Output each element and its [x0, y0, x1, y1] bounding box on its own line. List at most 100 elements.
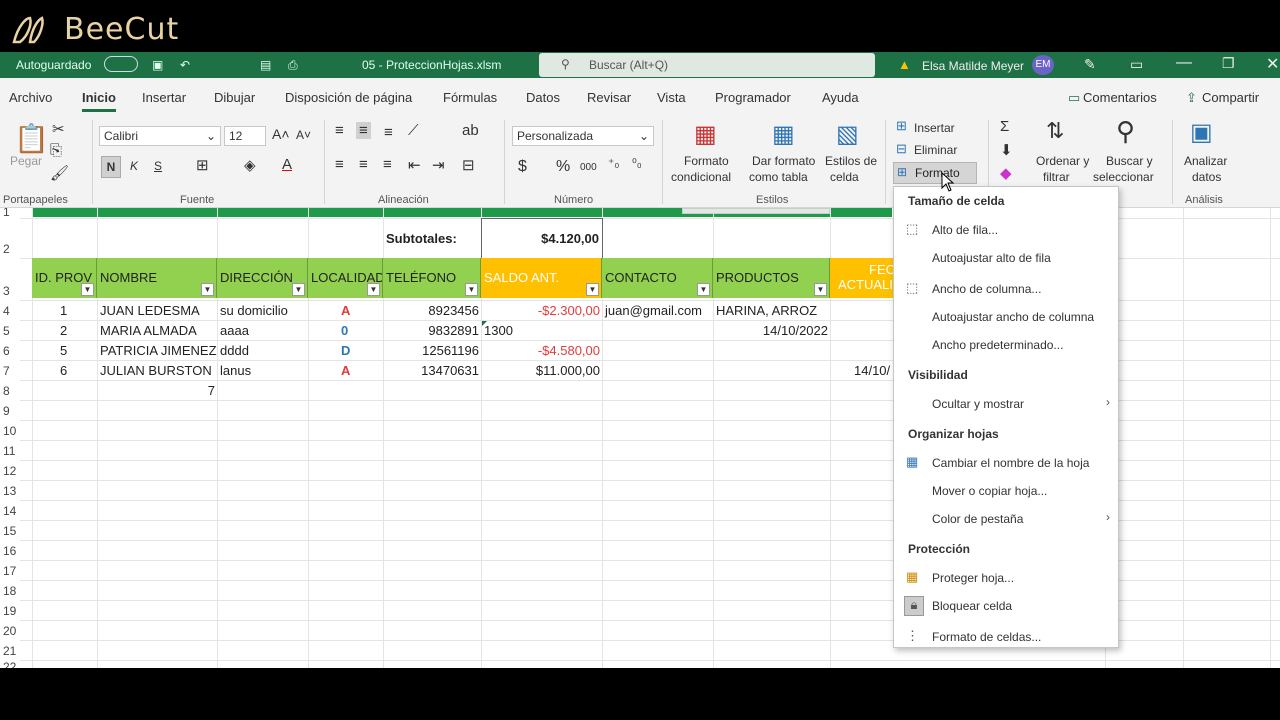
tab-vista[interactable]: Vista — [657, 90, 686, 105]
clear-icon[interactable]: ◆ — [1000, 164, 1012, 182]
conditional-format-icon[interactable]: ▦ — [694, 120, 717, 149]
bold-button[interactable]: N — [101, 156, 121, 178]
autosave-toggle[interactable] — [104, 56, 138, 72]
cell-productos[interactable]: HARINA, ARROZ — [716, 303, 817, 318]
fill-icon[interactable]: ⬇ — [1000, 141, 1013, 159]
cell-value[interactable]: 7 — [97, 383, 215, 398]
cell-styles-icon[interactable]: ▧ — [836, 120, 859, 149]
share-icon[interactable]: ⇪ — [1186, 90, 1197, 106]
menu-hide-show[interactable]: Ocultar y mostrar — [932, 397, 1024, 411]
wrap-text-icon[interactable]: ab — [462, 122, 479, 139]
header-telefono[interactable]: TELÉFONO ▼ — [383, 258, 481, 298]
find-icon[interactable]: ⚲ — [1116, 116, 1135, 147]
borders-icon[interactable]: ⊞ — [196, 156, 209, 174]
row-number[interactable]: 17 — [0, 564, 20, 578]
maximize-icon[interactable]: ❐ — [1222, 55, 1235, 72]
align-right-icon[interactable]: ≡ — [383, 156, 392, 173]
filter-icon[interactable]: ▼ — [81, 283, 94, 296]
minimize-icon[interactable]: — — [1176, 54, 1192, 72]
cell-styles-label-2[interactable]: celda — [830, 170, 859, 184]
decrease-font-icon[interactable]: A˅ — [296, 128, 311, 142]
menu-autofit-column[interactable]: Autoajustar ancho de columna — [932, 310, 1094, 324]
find-select-label[interactable]: Buscar y — [1106, 154, 1153, 168]
align-center-icon[interactable]: ≡ — [359, 156, 368, 173]
subtotal-label[interactable]: Subtotales: — [386, 231, 457, 246]
header-id[interactable]: ID. PROV ▼ — [32, 258, 97, 298]
cell-direccion[interactable]: lanus — [220, 363, 251, 378]
cell-nombre[interactable]: JUAN LEDESMA — [100, 303, 200, 318]
filter-icon[interactable]: ▼ — [814, 283, 827, 296]
avatar[interactable]: EM — [1032, 55, 1054, 75]
menu-default-width[interactable]: Ancho predeterminado... — [932, 338, 1063, 352]
tab-inicio[interactable]: Inicio — [82, 90, 116, 112]
warning-icon[interactable]: ▲ — [898, 57, 911, 72]
filter-icon[interactable]: ▼ — [465, 283, 478, 296]
row-number[interactable]: 14 — [0, 504, 20, 518]
cell-id[interactable]: 2 — [60, 323, 67, 338]
header-fecha[interactable]: FECH ACTUALIZ — [830, 258, 894, 298]
format-as-table-icon[interactable]: ▦ — [772, 120, 795, 149]
tab-disposicion[interactable]: Disposición de página — [285, 90, 412, 105]
save-icon[interactable]: ▣ — [152, 58, 163, 72]
row-number[interactable]: 13 — [0, 484, 20, 498]
cell-localidad[interactable]: A — [341, 303, 350, 318]
increase-font-icon[interactable]: A˄ — [272, 126, 290, 142]
analyze-data-label-2[interactable]: datos — [1192, 170, 1221, 184]
tab-archivo[interactable]: Archivo — [9, 90, 52, 105]
cut-icon[interactable]: ✂ — [52, 120, 65, 138]
analyze-data-icon[interactable]: ▣ — [1190, 118, 1213, 147]
header-productos[interactable]: PRODUCTOS ▼ — [713, 258, 830, 298]
menu-protect-sheet[interactable]: Proteger hoja... — [932, 571, 1014, 585]
format-painter-icon[interactable]: 🖌 — [50, 164, 69, 182]
cell-direccion[interactable]: su domicilio — [220, 303, 288, 318]
insert-cells-button[interactable]: Insertar — [914, 121, 955, 135]
cell-id[interactable]: 1 — [60, 303, 67, 318]
tab-datos[interactable]: Datos — [526, 90, 560, 105]
menu-format-cells[interactable]: Formato de celdas... — [932, 630, 1041, 644]
cell-localidad[interactable]: 0 — [341, 323, 348, 338]
cell-direccion[interactable]: aaaa — [220, 323, 249, 338]
fill-color-icon[interactable]: ◈ — [244, 156, 256, 174]
increase-indent-icon[interactable]: ⇥ — [432, 156, 445, 174]
user-name[interactable]: Elsa Matilde Meyer — [922, 59, 1024, 73]
error-indicator-icon[interactable] — [482, 321, 487, 326]
header-localidad[interactable]: LOCALIDAD ▼ — [308, 258, 383, 298]
sort-filter-icon[interactable]: ⇅ — [1046, 118, 1064, 144]
undo-icon[interactable]: ↶ — [180, 58, 190, 72]
format-as-table-label[interactable]: Dar formato — [752, 154, 815, 168]
cell-saldo[interactable]: $11.000,00 — [481, 363, 600, 378]
row-number[interactable]: 2 — [0, 242, 20, 256]
currency-button[interactable]: $ — [518, 158, 527, 176]
cell-localidad[interactable]: A — [341, 363, 350, 378]
cell-localidad[interactable]: D — [341, 343, 350, 358]
print-icon[interactable]: ⎙ — [288, 58, 298, 73]
search-box[interactable]: ⚲ Buscar (Alt+Q) — [539, 53, 875, 77]
menu-row-height[interactable]: Alto de fila... — [932, 223, 998, 237]
row-number[interactable]: 3 — [0, 284, 20, 298]
cell-telefono[interactable]: 9832891 — [383, 323, 479, 338]
cell-saldo[interactable]: -$2.300,00 — [481, 303, 600, 318]
copy-icon[interactable]: ⎘ — [50, 142, 62, 159]
merge-center-icon[interactable]: ⊟ — [462, 156, 475, 174]
tab-programador[interactable]: Programador — [715, 90, 791, 105]
align-middle-icon[interactable]: ≡ — [356, 122, 371, 139]
percent-button[interactable]: % — [556, 158, 570, 176]
sort-filter-label[interactable]: Ordenar y — [1036, 154, 1089, 168]
underline-button[interactable]: S — [154, 159, 162, 173]
font-name-select[interactable]: Calibri ⌄ — [99, 126, 221, 146]
header-nombre[interactable]: NOMBRE ▼ — [97, 258, 217, 298]
sort-filter-label-2[interactable]: filtrar — [1043, 170, 1070, 184]
row-number[interactable]: 21 — [0, 644, 20, 658]
orientation-icon[interactable]: ⟋ — [408, 122, 419, 139]
cell-telefono[interactable]: 8923456 — [383, 303, 479, 318]
font-color-icon[interactable]: A — [282, 156, 292, 173]
filter-icon[interactable]: ▼ — [201, 283, 214, 296]
tab-ayuda[interactable]: Ayuda — [822, 90, 859, 105]
comments-icon[interactable]: ▭ — [1068, 90, 1080, 106]
thousands-button[interactable]: 000 — [580, 162, 597, 173]
filter-icon[interactable]: ▼ — [292, 283, 305, 296]
tab-revisar[interactable]: Revisar — [587, 90, 631, 105]
increase-decimal-icon[interactable]: ⁺₀ — [608, 156, 619, 170]
cell-saldo[interactable]: 1300 — [484, 323, 513, 338]
row-number[interactable]: 20 — [0, 624, 20, 638]
